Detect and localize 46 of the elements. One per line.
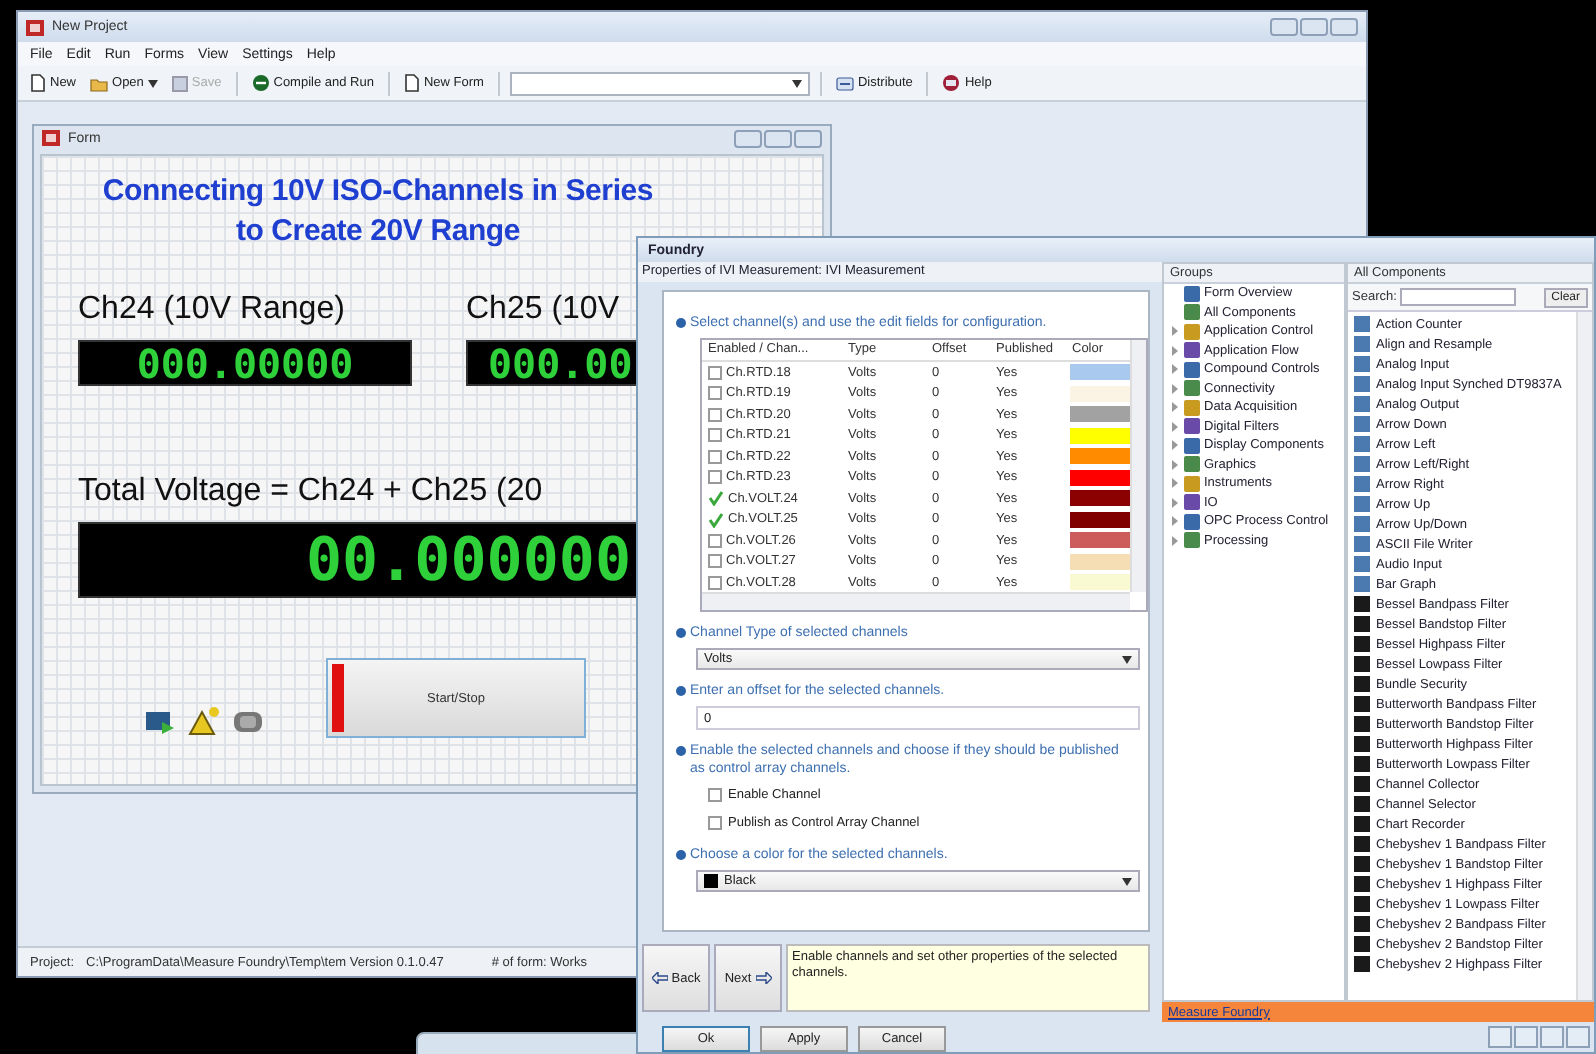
checkbox[interactable] [708,449,722,464]
checkbox[interactable] [708,816,722,831]
checkbox[interactable] [708,428,722,443]
bullet-icon [676,686,686,697]
view-button[interactable] [1540,1026,1564,1048]
checkbox[interactable] [708,365,722,380]
channel-label: Ch25 (10V [466,292,619,328]
triangle-icon [186,704,222,738]
channel-label: Ch24 (10V Range) [78,292,345,328]
bullet-icon [676,746,686,757]
checkbox[interactable] [708,554,722,569]
maximize-button[interactable] [1300,18,1328,36]
caret-icon [791,79,802,87]
minimize-button[interactable] [1270,18,1298,36]
app-icon [42,130,60,146]
document-icon [30,74,46,92]
folder-icon [90,75,109,91]
minimize-button[interactable] [734,129,762,147]
close-button[interactable] [1330,18,1358,36]
bullet-icon [676,850,686,861]
app-icon [26,19,44,35]
checkbox[interactable] [708,575,722,590]
bullet-icon [676,628,686,639]
display-reading: 000.00 [488,339,633,387]
checkbox[interactable] [708,470,722,485]
display-reading: 00.000000 [306,525,632,595]
total-label: Total Voltage = Ch24 + Ch25 (20 [78,474,543,510]
caret-icon [1122,655,1132,664]
view-button[interactable] [1566,1026,1590,1048]
bullet-icon [676,317,686,328]
caret-icon [1122,877,1132,886]
document-icon [403,74,420,92]
checkbox[interactable] [708,407,722,422]
caret-icon [147,79,158,87]
checkbox[interactable] [708,386,722,401]
close-button[interactable] [794,129,822,147]
project-combo-box[interactable] [509,71,810,95]
maximize-button[interactable] [764,129,792,147]
checkbox[interactable] [708,533,722,548]
form-heading: Connecting 10V ISO-Channels in Series [100,172,656,212]
search-field[interactable] [1400,288,1517,306]
color-swatch [704,874,718,889]
display-reading: 000.00000 [136,339,354,387]
checkbox[interactable] [708,788,722,803]
view-button[interactable] [1488,1026,1512,1048]
view-button[interactable] [1514,1026,1538,1048]
